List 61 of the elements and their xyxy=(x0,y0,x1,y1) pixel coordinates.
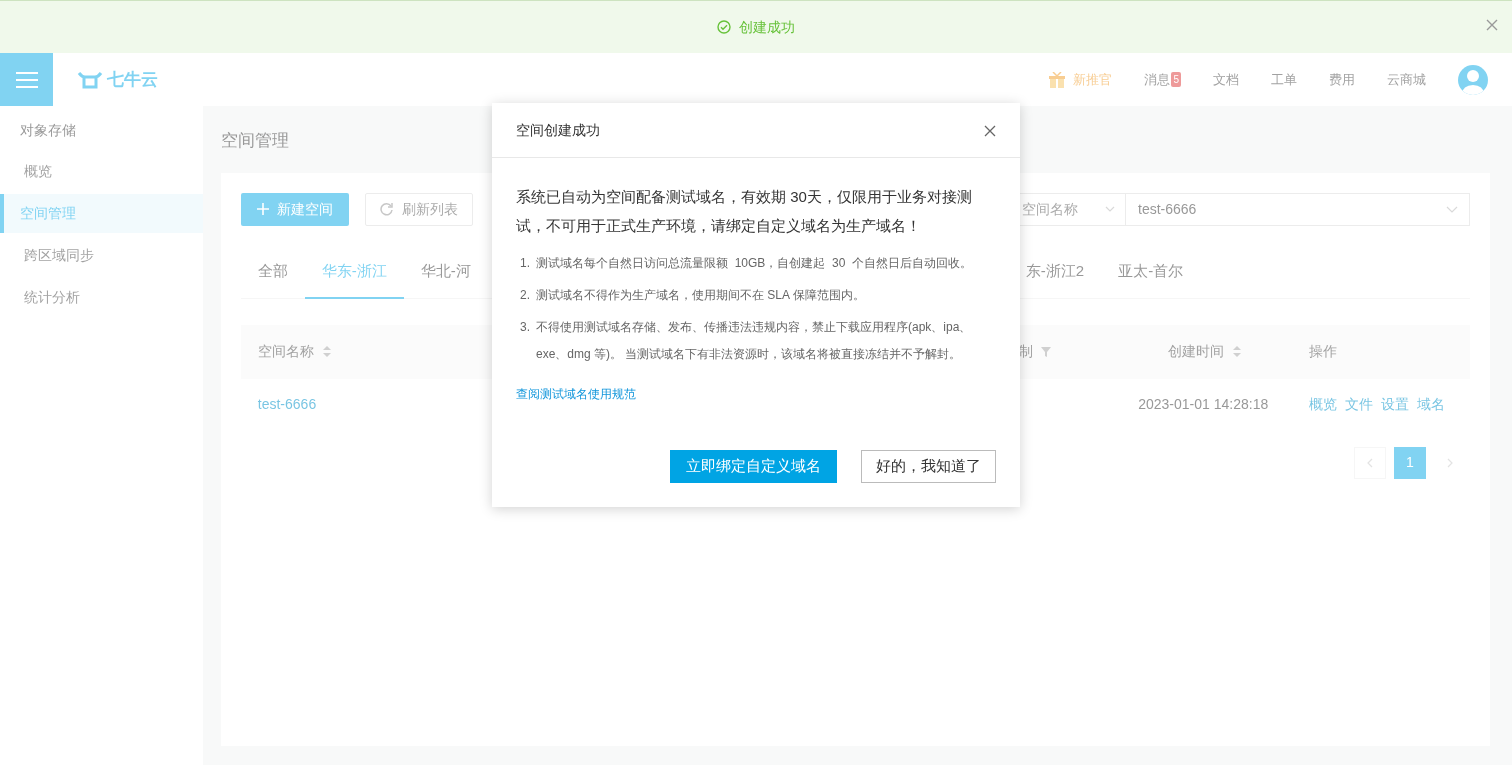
sort-icon[interactable] xyxy=(321,345,332,358)
action-link[interactable]: 概览 xyxy=(1309,396,1337,412)
guidelines-link[interactable]: 查阅测试域名使用规范 xyxy=(516,385,636,403)
success-icon xyxy=(717,20,731,34)
chevron-left-icon xyxy=(1367,457,1373,468)
new-bucket-button[interactable]: 新建空间 xyxy=(240,192,349,226)
bucket-name-link[interactable]: test-6666 xyxy=(257,396,317,412)
toast-message: 创建成功 xyxy=(739,17,795,37)
region-tab[interactable]: 东-浙江2 xyxy=(1025,245,1102,299)
region-tab[interactable]: 全部 xyxy=(240,245,305,299)
region-tab[interactable]: 华北-河 xyxy=(403,245,488,299)
bind-domain-button[interactable]: 立即绑定自定义域名 xyxy=(670,450,837,483)
avatar[interactable] xyxy=(1458,64,1488,95)
nav-link[interactable]: 云商城 xyxy=(1371,69,1442,90)
refresh-icon xyxy=(379,202,394,216)
menu-button[interactable] xyxy=(0,53,53,106)
region-tab[interactable]: 华东-浙江 xyxy=(304,245,404,299)
chevron-down-icon xyxy=(1446,205,1458,214)
gift-icon xyxy=(1049,71,1066,88)
action-link[interactable]: 文件 xyxy=(1345,396,1373,412)
logo-text: 七牛云 xyxy=(107,68,158,91)
close-icon xyxy=(984,125,996,138)
filter-icon[interactable] xyxy=(1041,346,1052,357)
column-header: 空间名称 xyxy=(257,342,314,361)
count-badge: 5 xyxy=(1171,72,1181,87)
nav-link[interactable]: 工单 xyxy=(1255,69,1313,90)
region-tab[interactable]: 亚太-首尔 xyxy=(1101,245,1201,299)
note-text: 测试域名不得作为生产域名，使用期间不在 SLA 保障范围内。 xyxy=(536,287,865,304)
logo-icon xyxy=(77,69,103,90)
plus-icon xyxy=(256,203,269,215)
nav-link[interactable]: 文档 xyxy=(1197,69,1255,90)
note-text: 测试域名每个自然日访问总流量限额 10GB，自创建起 30 个自然日后自动回收。 xyxy=(536,255,973,272)
list-number: 1. xyxy=(520,255,531,272)
close-icon xyxy=(1486,19,1498,32)
menu-icon xyxy=(15,70,38,89)
search-field[interactable]: test-6666 xyxy=(1126,192,1470,226)
chevron-down-icon xyxy=(1105,205,1115,213)
nav-link[interactable]: 费用 xyxy=(1313,69,1371,90)
column-header: 创建时间 xyxy=(1168,342,1225,361)
table-cell: 2023-01-01 14:28:18 xyxy=(1138,396,1269,412)
action-link[interactable]: 设置 xyxy=(1381,396,1409,412)
nav-link[interactable]: 新推官 xyxy=(1033,69,1129,90)
page-button[interactable]: 1 xyxy=(1394,446,1426,479)
list-number: 2. xyxy=(520,287,531,304)
close-button[interactable] xyxy=(1486,17,1498,32)
dialog-title: 空间创建成功 xyxy=(516,120,600,140)
list-number: 3. xyxy=(520,319,531,336)
note-text: 不得使用测试域名存储、发布、传播违法违规内容，禁止下载应用程序(apk、ipa、exe、dmg 等)。 当测试域名下有非法资源时，该域名将被直接冻结并不予解封。 xyxy=(536,319,973,363)
chevron-right-icon xyxy=(1447,457,1453,468)
sidebar-title: 对象存储 xyxy=(20,122,76,138)
sort-icon[interactable] xyxy=(1232,345,1243,358)
column-header: 制 xyxy=(1019,342,1034,361)
page-title: 空间管理 xyxy=(220,131,289,150)
acknowledge-button[interactable]: 好的，我知道了 xyxy=(861,450,996,483)
column-header: 操作 xyxy=(1309,342,1337,361)
nav-link[interactable]: 消息 5 xyxy=(1128,69,1197,90)
previous-page-button[interactable] xyxy=(1354,446,1386,479)
sidebar-item[interactable]: 空间管理 xyxy=(0,194,203,233)
action-link[interactable]: 域名 xyxy=(1417,396,1445,412)
refresh-button[interactable]: 刷新列表 xyxy=(364,192,473,226)
dialog-message: 系统已自动为空间配备测试域名，有效期 30天，仅限用于业务对接测试，不可用于正式生产环境，请绑定自定义域名为生产域名！ xyxy=(516,187,973,236)
